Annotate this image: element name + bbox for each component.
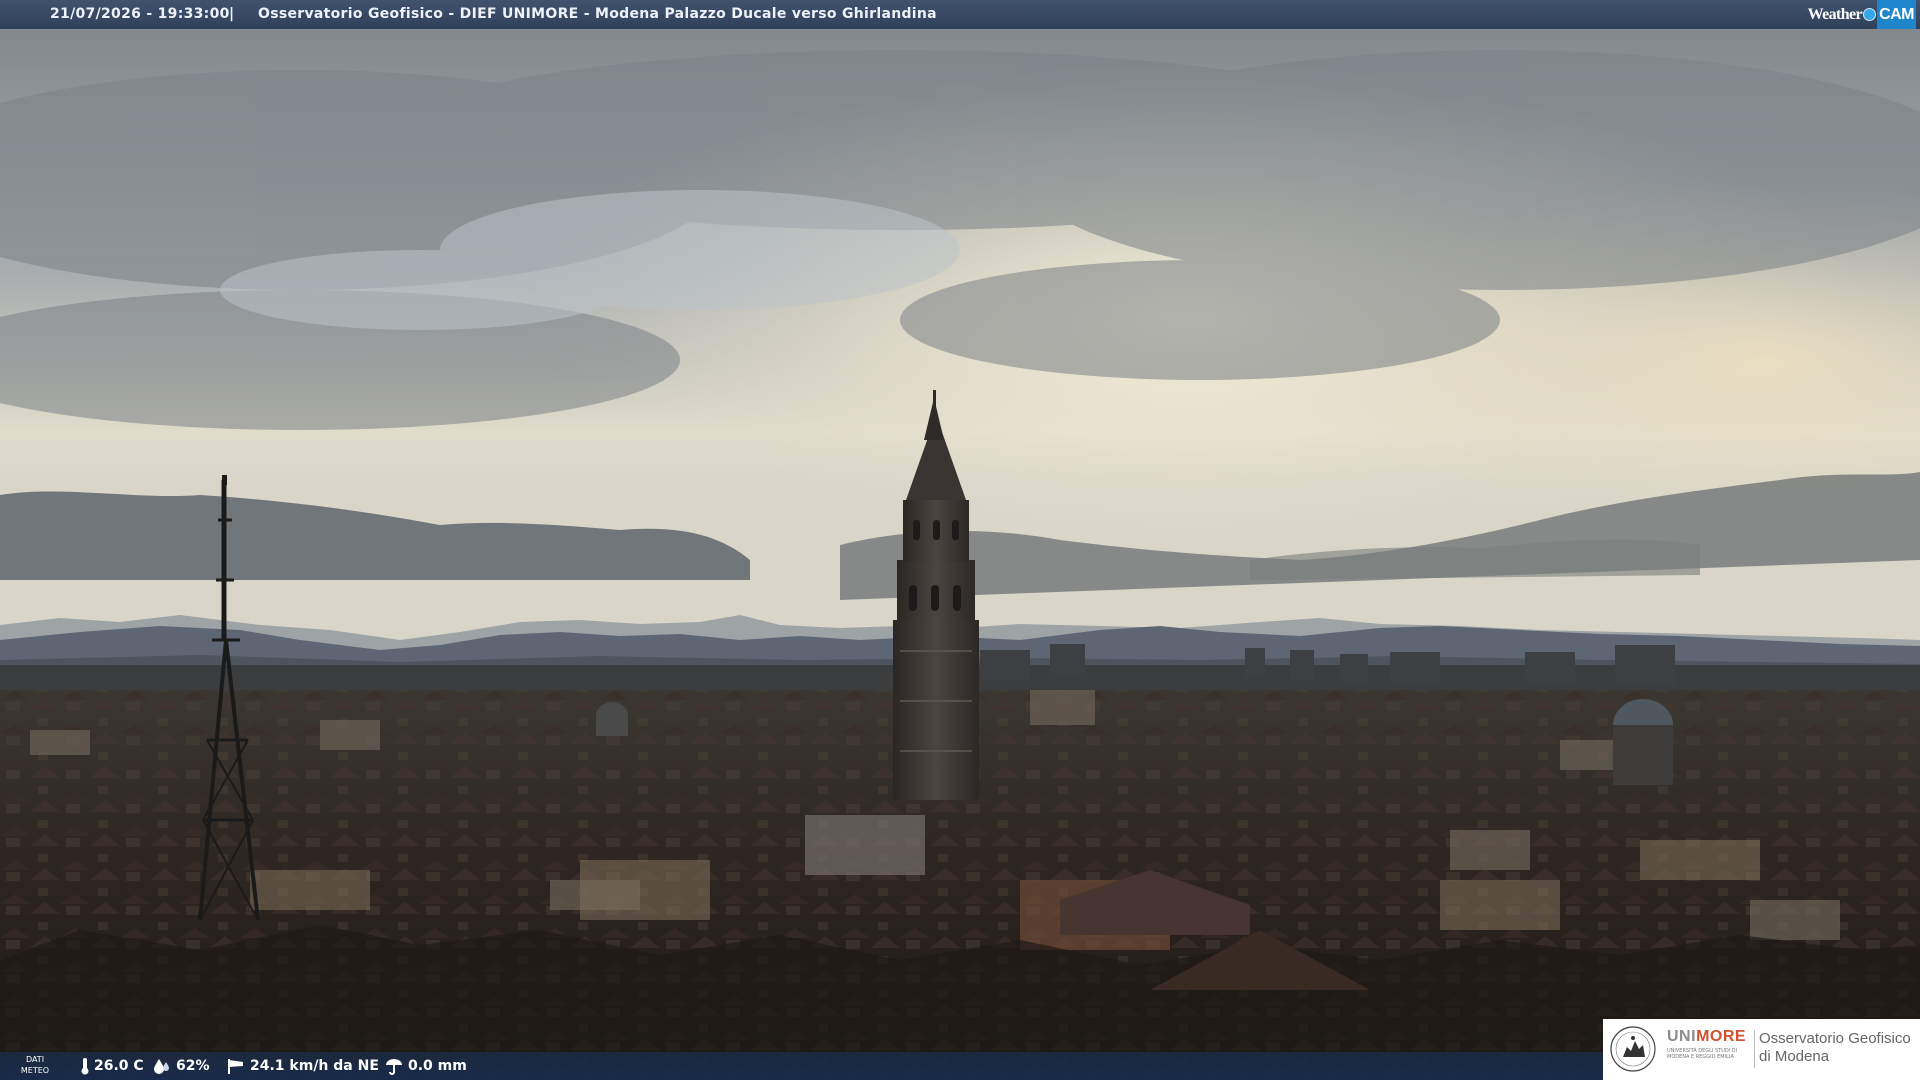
- unimore-wordmark-more: MORE: [1696, 1028, 1747, 1045]
- observatory-name: Osservatorio Geofisico di Modena: [1759, 1030, 1911, 1066]
- thermometer-icon: [81, 1058, 89, 1075]
- dati-meteo-label: DATI METEO: [16, 1054, 54, 1076]
- unimore-wordmark-uni: UNI: [1667, 1028, 1697, 1045]
- wind-value: 24.1 km/h da NE: [250, 1058, 379, 1074]
- humidity-value: 62%: [176, 1058, 210, 1074]
- camera-title: Osservatorio Geofisico - DIEF UNIMORE - …: [258, 6, 937, 22]
- humidity-drop-icon: [154, 1059, 169, 1074]
- dati-label: DATI: [25, 1055, 45, 1064]
- unimore-wordmark: UNIMORE: [1667, 1028, 1746, 1046]
- rain-reading: 0.0 mm: [384, 1052, 467, 1080]
- webcam-view: 21/07/2026 - 19:33:00 | Osservatorio Geo…: [0, 0, 1920, 1080]
- webcam-image: [0, 0, 1920, 1080]
- weathercam-dot-icon: [1863, 8, 1877, 21]
- timestamp: 21/07/2026 - 19:33:00: [50, 6, 230, 22]
- logo-divider: [1754, 1030, 1755, 1068]
- unimore-observatory-logo: UNIMORE UNIVERSITÀ DEGLI STUDI DI MODENA…: [1603, 1019, 1920, 1080]
- meteo-label: METEO: [20, 1066, 50, 1075]
- wind-sock-icon: [228, 1059, 243, 1074]
- weathercam-logo-cam: CAM: [1877, 0, 1916, 29]
- observatory-name-line2: di Modena: [1759, 1048, 1830, 1065]
- weathercam-logo: Weather CAM: [1807, 0, 1916, 29]
- wind-reading: 24.1 km/h da NE: [226, 1052, 379, 1080]
- rain-gauge-icon: [386, 1059, 402, 1075]
- observatory-name-line1: Osservatorio Geofisico: [1759, 1030, 1911, 1047]
- unimore-subtitle: UNIVERSITÀ DEGLI STUDI DI MODENA E REGGI…: [1667, 1048, 1738, 1060]
- unimore-seal-icon: [1610, 1026, 1656, 1072]
- webcam-caption-bar: 21/07/2026 - 19:33:00 | Osservatorio Geo…: [0, 0, 1920, 29]
- weather-data-bar: DATI METEO 26.0 C 62% 24.1 km/h da NE 0.…: [0, 1052, 1603, 1080]
- humidity-reading: 62%: [152, 1052, 210, 1080]
- temperature-value: 26.0 C: [94, 1058, 144, 1074]
- weathercam-logo-weather: Weather: [1807, 6, 1863, 23]
- rain-value: 0.0 mm: [408, 1058, 467, 1074]
- caption-separator: |: [229, 6, 235, 22]
- temperature-reading: 26.0 C: [80, 1052, 144, 1080]
